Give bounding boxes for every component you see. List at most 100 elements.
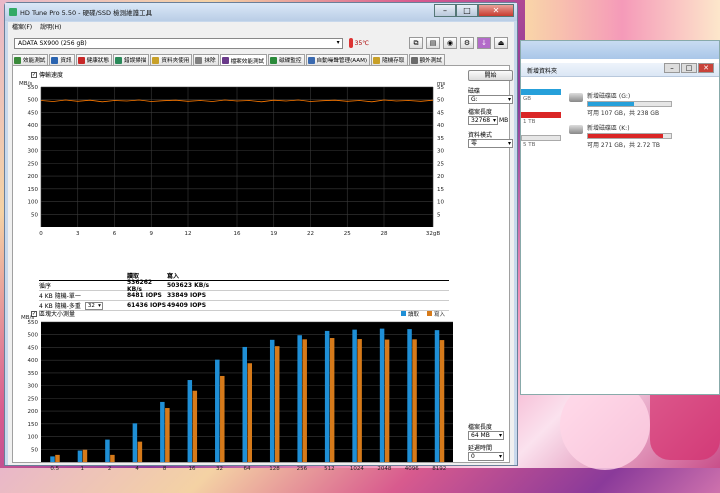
maximize-button[interactable]: □ bbox=[456, 4, 478, 17]
exit-icon[interactable]: ⏏ bbox=[494, 37, 508, 49]
tab-9[interactable]: 隨機存取 bbox=[371, 54, 408, 65]
tab-label: 隨機存取 bbox=[382, 58, 405, 64]
file-length-unit: MB bbox=[499, 117, 509, 124]
explorer-titlebar[interactable] bbox=[521, 41, 719, 59]
bar-read bbox=[187, 380, 193, 462]
pattern-select[interactable]: 零 bbox=[468, 139, 513, 148]
y-tick-label: 200 bbox=[28, 409, 39, 415]
window-title: HD Tune Pro 5.50 - 硬碟/SSD 檢測維護工具 bbox=[20, 9, 153, 17]
transfer-rate-svg: MB/s ms550 55500 50450 45400 40350 35300 30250 2… bbox=[19, 81, 445, 237]
delay-spinner[interactable]: 0 bbox=[468, 452, 504, 461]
delay-label: 延遲時間 bbox=[468, 445, 493, 452]
drive-g[interactable]: 新增磁碟區 (G:) 可用 107 GB，共 238 GB bbox=[569, 91, 672, 117]
legend-swatch bbox=[401, 311, 406, 316]
tab-label: 錯誤掃描 bbox=[123, 58, 147, 64]
hdtune-window[interactable]: HD Tune Pro 5.50 - 硬碟/SSD 檢測維護工具 – □ ✕ 檔… bbox=[4, 2, 518, 472]
minimize-button[interactable]: – bbox=[664, 63, 680, 73]
x-tick-label: 16 bbox=[189, 466, 196, 472]
x-tick-label: 8192 bbox=[432, 466, 446, 472]
close-button[interactable]: ✕ bbox=[698, 63, 714, 73]
checkbox-box[interactable]: ✓ bbox=[31, 71, 37, 78]
drive-info: 可用 271 GB，共 2.72 TB bbox=[587, 142, 660, 149]
window-body: 檔案(F) 說明(H) ADATA SX900 (256 gB) 35℃ ⧉ ▤… bbox=[8, 22, 514, 472]
block-file-length-select[interactable]: 64 MB bbox=[468, 431, 504, 440]
bar-read bbox=[50, 456, 55, 462]
transfer-rate-label: 傳輸速度 bbox=[39, 72, 64, 79]
menu-file[interactable]: 檔案(F) bbox=[12, 22, 32, 31]
x-tick-label: 1 bbox=[80, 466, 84, 472]
temperature-display: 35℃ bbox=[348, 38, 369, 48]
menu-help[interactable]: 說明(H) bbox=[40, 22, 61, 31]
y-tick-label: 450 bbox=[28, 110, 39, 116]
tab-2[interactable]: 健康狀態 bbox=[75, 54, 112, 65]
bar-write bbox=[82, 449, 88, 462]
y-tick-label: 550 bbox=[28, 85, 39, 91]
y-tick-label: 50 bbox=[31, 447, 38, 453]
tab-10[interactable]: 額外測試 bbox=[408, 54, 445, 65]
hard-drive-icon bbox=[569, 125, 583, 134]
y-tick-label: 300 bbox=[28, 149, 39, 155]
bar-write bbox=[302, 339, 307, 462]
explorer-window[interactable]: 新增資料夾 GB 1 TB 5 TB 新增磁碟區 (G:) 可用 107 GB，… bbox=[520, 40, 720, 395]
tab-4[interactable]: 資料夾使用 bbox=[150, 54, 193, 65]
tab-8[interactable]: 自動噪聲管理(AAM) bbox=[305, 54, 371, 65]
new-folder-button[interactable]: 新增資料夾 bbox=[527, 68, 557, 75]
menu-bar: 檔案(F) 說明(H) bbox=[8, 22, 514, 31]
transfer-rate-checkbox[interactable]: ✓ 傳輸速度 bbox=[31, 70, 63, 79]
tab-7[interactable]: 磁碟監控 bbox=[268, 54, 305, 65]
maximize-button[interactable]: □ bbox=[681, 63, 697, 73]
block-size-chart: MB/s 50 100 150 200 250 300 350 400 450 500 550 讀取 寫入… bbox=[17, 306, 453, 491]
bar-read bbox=[407, 329, 412, 462]
tab-icon bbox=[51, 56, 59, 64]
result-write: 33849 IOPS bbox=[167, 292, 207, 299]
file-benchmark-panel: ✓ 傳輸速度 MB/s ms 550 55 500 50 450 45 400 40 350 35 30… bbox=[12, 65, 513, 472]
bar-write bbox=[192, 390, 198, 462]
copy-icon[interactable]: ⧉ bbox=[409, 37, 423, 49]
result-row: 循序 536262 KB/s 503623 KB/s bbox=[39, 279, 449, 293]
bar-write bbox=[329, 338, 335, 462]
bar-read bbox=[297, 335, 302, 462]
tab-5[interactable]: 抹除 bbox=[193, 54, 219, 65]
tab-label: 資料夾使用 bbox=[161, 58, 190, 64]
drive-usage-fill bbox=[588, 134, 663, 138]
start-button[interactable]: 開始 bbox=[468, 70, 513, 81]
tab-icon bbox=[410, 56, 418, 64]
y-tick-label: 300 bbox=[28, 384, 39, 390]
device-select[interactable]: ADATA SX900 (256 gB) bbox=[14, 37, 343, 49]
bar-read bbox=[132, 423, 138, 462]
x-tick-label: 0 bbox=[39, 231, 43, 237]
explorer-partial-drives: GB 1 TB 5 TB bbox=[521, 79, 561, 179]
tab-1[interactable]: 資訊 bbox=[49, 54, 75, 65]
tab-label: 檔案效能測試 bbox=[230, 58, 265, 65]
results-header: 讀取 寫入 bbox=[39, 270, 449, 280]
y-tick-label: 250 bbox=[28, 161, 39, 167]
drive-name: 新增磁碟區 (K:) bbox=[587, 125, 630, 132]
tab-0[interactable]: 效能測試 bbox=[12, 54, 49, 65]
x-tick-label: 4 bbox=[135, 466, 139, 472]
x-tick-label: 1024 bbox=[350, 466, 364, 472]
drive-k[interactable]: 新增磁碟區 (K:) 可用 271 GB，共 2.72 TB bbox=[569, 123, 672, 149]
settings-icon[interactable]: ⚙ bbox=[460, 37, 474, 49]
bar-write bbox=[439, 340, 445, 462]
minimize-button[interactable]: – bbox=[434, 4, 456, 17]
bar-read bbox=[434, 330, 440, 462]
block-size-svg: MB/s50100150200250300350400450500550讀取 寫入… bbox=[21, 310, 453, 472]
title-bar[interactable]: HD Tune Pro 5.50 - 硬碟/SSD 檢測維護工具 – □ ✕ bbox=[5, 3, 517, 21]
y-tick-label: 350 bbox=[28, 371, 39, 377]
camera-icon[interactable]: ◉ bbox=[443, 37, 457, 49]
results-table: 讀取 寫入 循序 536262 KB/s 503623 KB/s 4 KB 隨機… bbox=[39, 270, 449, 311]
tab-3[interactable]: 錯誤掃描 bbox=[112, 54, 150, 65]
y-tick-label: 450 bbox=[28, 345, 39, 351]
app-icon bbox=[9, 8, 17, 16]
clipboard-icon[interactable]: ▤ bbox=[426, 37, 440, 49]
tab-label: 額外測試 bbox=[419, 58, 442, 64]
close-button[interactable]: ✕ bbox=[478, 4, 514, 17]
x-tick-label: 512 bbox=[324, 466, 335, 472]
bar-write bbox=[357, 339, 362, 462]
bar-read bbox=[105, 439, 110, 462]
file-length-spinner[interactable]: 32768 bbox=[468, 116, 498, 125]
download-icon[interactable]: ↓ bbox=[477, 37, 491, 49]
partial-drive-text: GB bbox=[523, 96, 532, 102]
drive-info: 可用 107 GB，共 238 GB bbox=[587, 110, 660, 117]
drive-select[interactable]: G: bbox=[468, 95, 513, 104]
